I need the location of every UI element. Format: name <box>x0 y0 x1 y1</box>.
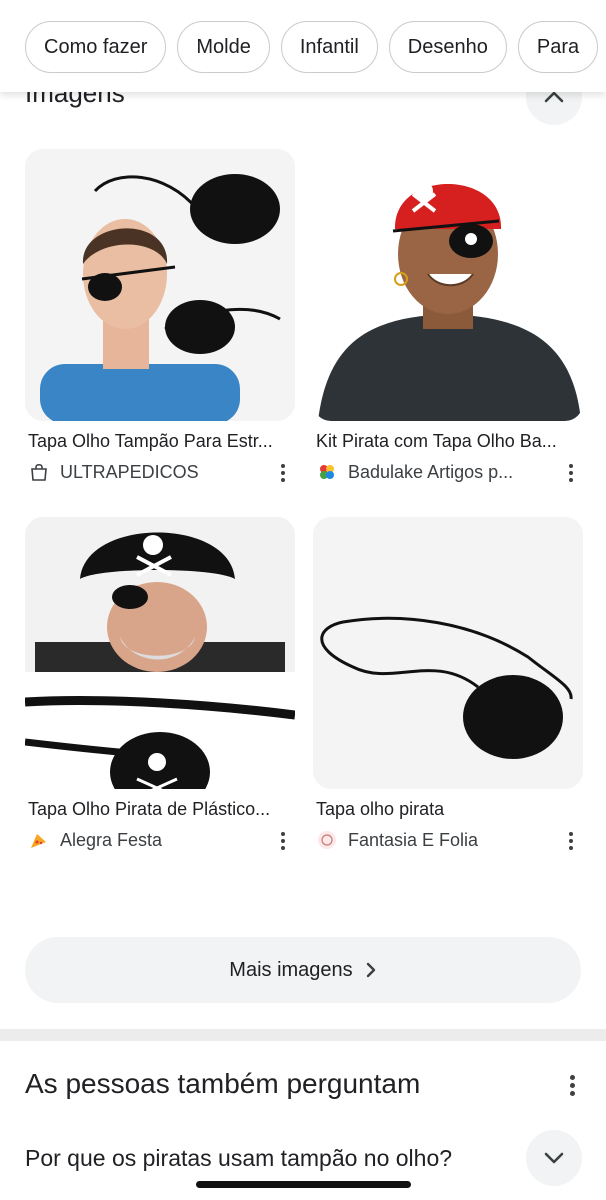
more-options-icon[interactable] <box>273 829 293 853</box>
image-thumbnail[interactable] <box>313 517 583 789</box>
home-indicator[interactable] <box>196 1181 411 1188</box>
chevron-up-icon <box>544 91 564 103</box>
more-options-icon[interactable] <box>273 461 293 485</box>
chip-desenho[interactable]: Desenho <box>388 21 507 73</box>
chip-como-fazer[interactable]: Como fazer <box>25 21 167 73</box>
source-name: Alegra Festa <box>60 829 163 850</box>
chip-infantil[interactable]: Infantil <box>280 21 378 73</box>
chevron-right-icon <box>366 962 375 978</box>
image-result-title[interactable]: Tapa olho pirata <box>316 799 581 820</box>
image-thumbnail[interactable] <box>25 149 295 421</box>
question-text[interactable]: Por que os piratas usam tampão no olho? <box>25 1145 452 1172</box>
section-divider <box>0 1029 606 1041</box>
party-favicon <box>28 829 50 851</box>
image-result-source: Alegra Festa <box>28 829 162 851</box>
chip-molde[interactable]: Molde <box>177 21 270 73</box>
image-result-card[interactable]: Tapa olho pirata Fantasia E Folia <box>313 517 583 850</box>
image-thumbnail[interactable] <box>25 517 295 789</box>
image-result-source: Fantasia E Folia <box>316 829 478 851</box>
image-result-title[interactable]: Tapa Olho Pirata de Plástico... <box>28 799 293 820</box>
chip-para[interactable]: Para <box>517 21 599 73</box>
image-result-card[interactable]: Tapa Olho Pirata de Plástico... Alegra F… <box>25 517 295 850</box>
more-options-icon[interactable] <box>562 1072 582 1098</box>
image-thumbnail[interactable] <box>313 149 583 421</box>
chevron-down-icon <box>544 1152 564 1164</box>
more-images-label: Mais imagens <box>229 958 353 981</box>
image-result-source: ULTRAPEDICOS <box>28 461 199 483</box>
colorful-favicon <box>316 461 338 483</box>
source-name: Badulake Artigos p... <box>348 461 514 482</box>
source-name: Fantasia E Folia <box>348 829 479 850</box>
filter-chips-bar: Como fazer Molde Infantil Desenho Para <box>0 6 606 92</box>
image-result-card[interactable]: Tapa Olho Tampão Para Estr... ULTRAPEDIC… <box>25 149 295 482</box>
shopping-bag-icon <box>28 461 50 483</box>
image-result-title[interactable]: Kit Pirata com Tapa Olho Ba... <box>316 431 581 452</box>
source-name: ULTRAPEDICOS <box>60 461 199 482</box>
expand-question-button[interactable] <box>526 1130 582 1186</box>
image-result-title[interactable]: Tapa Olho Tampão Para Estr... <box>28 431 293 452</box>
more-images-button[interactable]: Mais imagens <box>25 937 581 1003</box>
people-also-ask-title: As pessoas também perguntam <box>25 1068 421 1099</box>
round-favicon <box>316 829 338 851</box>
more-options-icon[interactable] <box>561 829 581 853</box>
image-result-card[interactable]: Kit Pirata com Tapa Olho Ba... Badulake … <box>313 149 583 482</box>
image-result-source: Badulake Artigos p... <box>316 461 513 483</box>
more-options-icon[interactable] <box>561 461 581 485</box>
